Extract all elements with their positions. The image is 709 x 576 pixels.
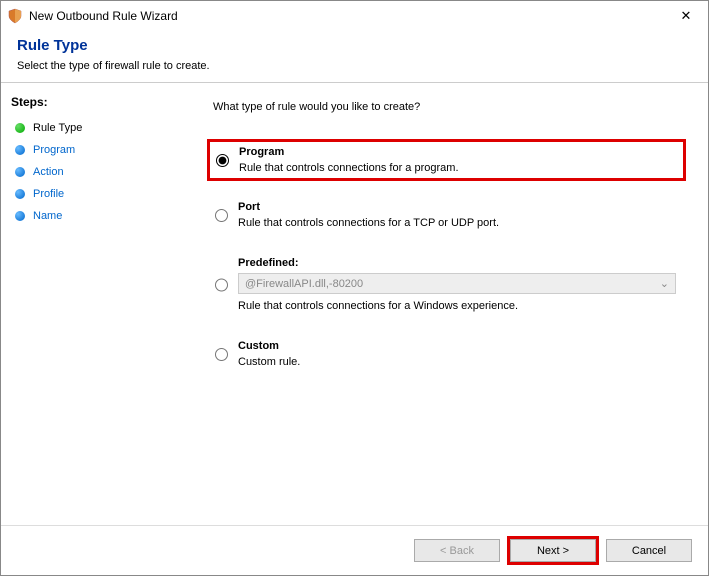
sidebar-item-action[interactable]: Action bbox=[11, 161, 175, 183]
footer: < Back Next > Cancel bbox=[1, 525, 708, 575]
bullet-icon bbox=[15, 145, 25, 155]
option-custom-desc: Custom rule. bbox=[238, 356, 678, 368]
steps-heading: Steps: bbox=[11, 95, 175, 109]
bullet-icon bbox=[15, 189, 25, 199]
option-port-desc: Rule that controls connections for a TCP… bbox=[238, 217, 678, 229]
next-button[interactable]: Next > bbox=[510, 539, 596, 562]
page-title: Rule Type bbox=[17, 37, 692, 54]
option-predefined[interactable]: Predefined: @FirewallAPI.dll,-80200 ⌄ Ru… bbox=[207, 251, 686, 318]
radio-program[interactable] bbox=[216, 147, 229, 174]
sidebar-item-rule-type[interactable]: Rule Type bbox=[11, 117, 175, 139]
header: Rule Type Select the type of firewall ru… bbox=[1, 31, 708, 82]
option-custom[interactable]: Custom Custom rule. bbox=[207, 334, 686, 374]
titlebar: New Outbound Rule Wizard ✕ bbox=[1, 1, 708, 31]
sidebar-item-label: Action bbox=[33, 166, 64, 178]
sidebar-item-label: Rule Type bbox=[33, 122, 82, 134]
option-custom-label: Custom bbox=[238, 340, 678, 352]
predefined-select: @FirewallAPI.dll,-80200 ⌄ bbox=[238, 273, 676, 294]
option-program[interactable]: Program Rule that controls connections f… bbox=[207, 139, 686, 181]
sidebar-item-label: Profile bbox=[33, 188, 64, 200]
predefined-select-value: @FirewallAPI.dll,-80200 bbox=[245, 278, 363, 290]
sidebar-item-label: Program bbox=[33, 144, 75, 156]
bullet-icon bbox=[15, 167, 25, 177]
sidebar: Steps: Rule Type Program Action Profile … bbox=[1, 83, 185, 513]
radio-port[interactable] bbox=[215, 202, 228, 229]
radio-custom[interactable] bbox=[215, 341, 228, 368]
radio-predefined[interactable] bbox=[215, 258, 228, 312]
bullet-icon bbox=[15, 211, 25, 221]
window-title: New Outbound Rule Wizard bbox=[29, 9, 670, 23]
sidebar-item-label: Name bbox=[33, 210, 62, 222]
bullet-icon bbox=[15, 123, 25, 133]
sidebar-item-program[interactable]: Program bbox=[11, 139, 175, 161]
sidebar-item-profile[interactable]: Profile bbox=[11, 183, 175, 205]
back-button: < Back bbox=[414, 539, 500, 562]
cancel-button[interactable]: Cancel bbox=[606, 539, 692, 562]
option-predefined-desc: Rule that controls connections for a Win… bbox=[238, 300, 678, 312]
option-port[interactable]: Port Rule that controls connections for … bbox=[207, 195, 686, 235]
close-button[interactable]: ✕ bbox=[670, 4, 702, 28]
option-program-label: Program bbox=[239, 146, 677, 158]
option-port-label: Port bbox=[238, 201, 678, 213]
rule-type-radiogroup: Program Rule that controls connections f… bbox=[207, 139, 686, 374]
chevron-down-icon: ⌄ bbox=[660, 277, 669, 290]
main-panel: What type of rule would you like to crea… bbox=[185, 83, 708, 513]
page-subtitle: Select the type of firewall rule to crea… bbox=[17, 60, 692, 72]
firewall-shield-icon bbox=[7, 8, 23, 24]
question-text: What type of rule would you like to crea… bbox=[213, 101, 686, 113]
sidebar-item-name[interactable]: Name bbox=[11, 205, 175, 227]
option-program-desc: Rule that controls connections for a pro… bbox=[239, 162, 677, 174]
option-predefined-label: Predefined: bbox=[238, 257, 678, 269]
